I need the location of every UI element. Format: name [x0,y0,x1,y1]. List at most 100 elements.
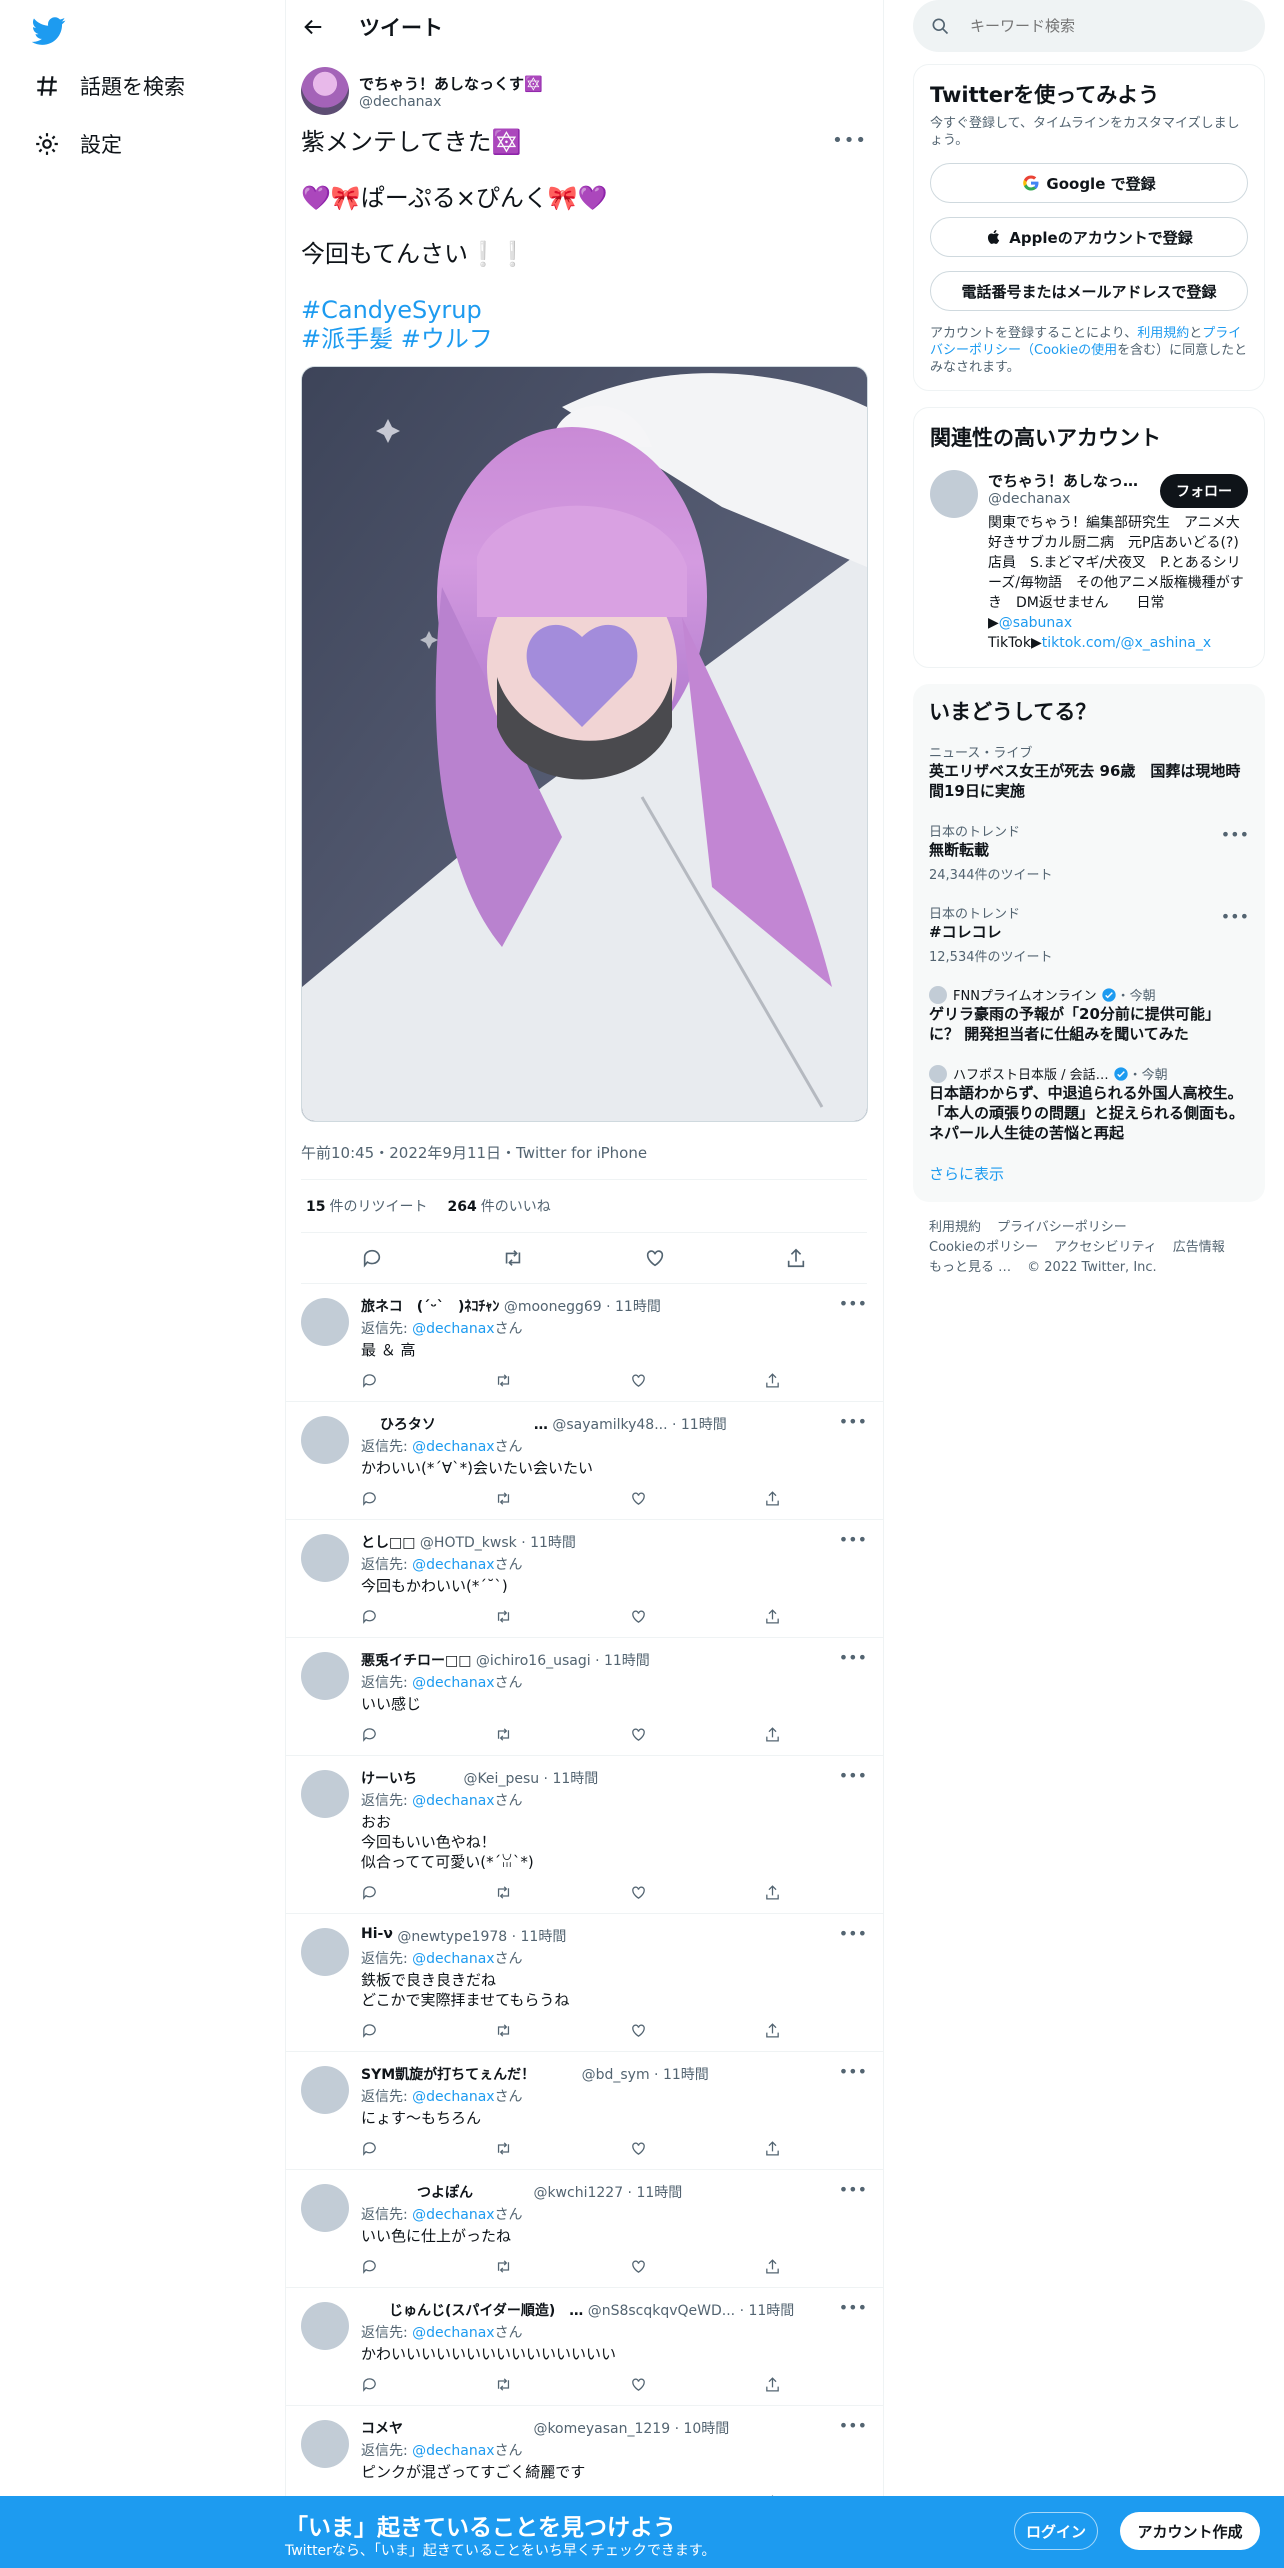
reply-author-handle[interactable]: @sayamilky48... · 11時間 [552,1414,726,1434]
news-item[interactable]: ハフポスト日本版 / 会話… ・今朝 日本語わからず、中退追られる外国人高校生。「… [929,1064,1249,1143]
reply-tweet[interactable]: けーいち @Kei_pesu · 11時間 ••• 返信先: @dechanax… [285,1756,883,1914]
like-icon[interactable] [630,2022,647,2039]
phone-email-signup-button[interactable]: 電話番号またはメールアドレスで登録 [930,271,1248,311]
like-icon[interactable] [630,1490,647,1507]
more-options-icon[interactable]: ••• [1221,825,1249,844]
reply-author-name[interactable]: Hi-ν [361,1926,393,1946]
reply-icon[interactable] [361,1726,378,1743]
reply-author-handle[interactable]: @newtype1978 · 11時間 [397,1926,566,1946]
reply-icon[interactable] [361,2140,378,2157]
like-icon[interactable] [644,1247,666,1269]
footer-cookie-link[interactable]: Cookieのポリシー [929,1240,1038,1255]
reply-author-name[interactable]: 旅ネコ (ˊᵕˋ )ﾈｺﾁｬﾝ [361,1296,499,1316]
reply-author-handle[interactable]: @komeyasan_1219 · 10時間 [533,2418,729,2438]
more-options-icon[interactable]: ••• [839,2062,867,2081]
more-options-icon[interactable]: ••• [839,1294,867,1313]
reply-author-handle[interactable]: @kwchi1227 · 11時間 [533,2182,682,2202]
bio-mention-link[interactable]: @sabunax [999,615,1072,631]
like-icon[interactable] [630,2140,647,2157]
avatar[interactable] [301,1298,349,1346]
footer-terms-link[interactable]: 利用規約 [929,1220,981,1235]
reply-tweet[interactable]: 悪兎イチロー□□ @ichiro16_usagi · 11時間 ••• 返信先:… [285,1638,883,1756]
like-icon[interactable] [630,1884,647,1901]
avatar[interactable] [301,1652,349,1700]
reply-author-name[interactable]: じゅんじ(スパイダー順造) … [361,2300,583,2320]
footer-ads-link[interactable]: 広告情報 [1173,1240,1225,1255]
more-options-icon[interactable]: ••• [839,2180,867,2199]
more-options-icon[interactable]: ••• [839,2298,867,2317]
hashtag-link[interactable]: #派手髪 [301,325,393,353]
share-icon[interactable] [764,2258,781,2275]
avatar[interactable] [301,2184,349,2232]
retweet-icon[interactable] [495,1884,512,1901]
avatar[interactable] [301,2066,349,2114]
reply-icon[interactable] [361,1608,378,1625]
reply-author-handle[interactable]: @HOTD_kwsk · 11時間 [420,1532,576,1552]
reply-tweet[interactable]: じゅんじ(スパイダー順造) … @nS8scqkqvQeWD... · 11時間… [285,2288,883,2406]
like-icon[interactable] [630,2258,647,2275]
more-options-icon[interactable]: ••• [839,2416,867,2435]
share-icon[interactable] [764,2140,781,2157]
avatar[interactable] [301,1928,349,1976]
reply-author-handle[interactable]: @ichiro16_usagi · 11時間 [476,1650,650,1670]
more-options-icon[interactable]: ••• [832,130,867,151]
retweet-icon[interactable] [495,1372,512,1389]
reply-icon[interactable] [361,2022,378,2039]
apple-signup-button[interactable]: Appleのアカウントで登録 [930,217,1248,257]
reply-tweet[interactable]: 旅ネコ (ˊᵕˋ )ﾈｺﾁｬﾝ @moonegg69 · 11時間 ••• 返信… [285,1284,883,1402]
share-icon[interactable] [764,1490,781,1507]
trend-item[interactable]: 日本のトレンド 無断転載 24,344件のツイート ••• [929,821,1249,883]
reply-to-user-link[interactable]: @dechanax [412,1439,494,1455]
reply-to-user-link[interactable]: @dechanax [412,1557,494,1573]
more-options-icon[interactable]: ••• [839,1648,867,1667]
reply-tweet[interactable]: とし□□ @HOTD_kwsk · 11時間 ••• 返信先: @dechana… [285,1520,883,1638]
like-icon[interactable] [630,1372,647,1389]
reply-icon[interactable] [361,1247,383,1269]
reply-icon[interactable] [361,1372,378,1389]
retweet-icon[interactable] [495,2022,512,2039]
author-name[interactable]: でちゃう！あしなっくす🔯 [359,73,543,94]
signup-button[interactable]: アカウント作成 [1120,2512,1260,2550]
reply-author-handle[interactable]: @Kei_pesu · 11時間 [463,1768,598,1788]
reply-icon[interactable] [361,2258,378,2275]
twitter-logo-icon[interactable] [32,14,66,48]
reply-author-handle[interactable]: @moonegg69 · 11時間 [504,1296,661,1316]
retweet-icon[interactable] [495,1726,512,1743]
retweet-icon[interactable] [502,1247,524,1269]
like-stat[interactable]: 264 件のいいね [447,1196,550,1216]
search-input[interactable] [968,16,1232,36]
search-box[interactable] [913,0,1265,52]
reply-author-name[interactable]: つよぽん [361,2182,529,2202]
hashtag-link[interactable]: #ウルフ [401,325,493,353]
avatar[interactable] [301,2302,349,2350]
reply-author-name[interactable]: 悪兎イチロー□□ [361,1650,471,1670]
reply-to-user-link[interactable]: @dechanax [412,2325,494,2341]
avatar[interactable] [301,1416,349,1464]
avatar[interactable] [930,470,978,518]
retweet-icon[interactable] [495,1490,512,1507]
author-handle[interactable]: @dechanax [359,94,543,110]
hashtag-link[interactable]: #CandyeSyrup [301,296,482,324]
like-icon[interactable] [630,1608,647,1625]
reply-author-handle[interactable]: @bd_sym · 11時間 [582,2064,709,2084]
like-icon[interactable] [630,1726,647,1743]
reply-to-user-link[interactable]: @dechanax [412,1793,494,1809]
reply-icon[interactable] [361,1490,378,1507]
footer-more-link[interactable]: もっと見る … [929,1260,1011,1275]
back-arrow-icon[interactable] [302,16,324,38]
share-icon[interactable] [764,1372,781,1389]
avatar[interactable] [301,2420,349,2468]
reply-tweet[interactable]: ひろタソ … @sayamilky48... · 11時間 ••• 返信先: @… [285,1402,883,1520]
tweet-author[interactable]: でちゃう！あしなっくす🔯 @dechanax [301,64,867,118]
follow-button[interactable]: フォロー [1160,474,1248,508]
tweet-timestamp[interactable]: 午前10:45・2022年9月11日・Twitter for iPhone [301,1122,867,1180]
reply-to-user-link[interactable]: @dechanax [412,1951,494,1967]
retweet-icon[interactable] [495,2376,512,2393]
reply-tweet[interactable]: つよぽん @kwchi1227 · 11時間 ••• 返信先: @dechana… [285,2170,883,2288]
nav-settings[interactable]: 設定 [34,124,122,164]
avatar[interactable] [301,67,349,115]
retweet-stat[interactable]: 15 件のリツイート [306,1196,427,1216]
reply-tweet[interactable]: SYM凱旋が打ちてぇんだ！ @bd_sym · 11時間 ••• 返信先: @d… [285,2052,883,2170]
tweet-photo[interactable] [301,366,868,1122]
more-options-icon[interactable]: ••• [839,1924,867,1943]
